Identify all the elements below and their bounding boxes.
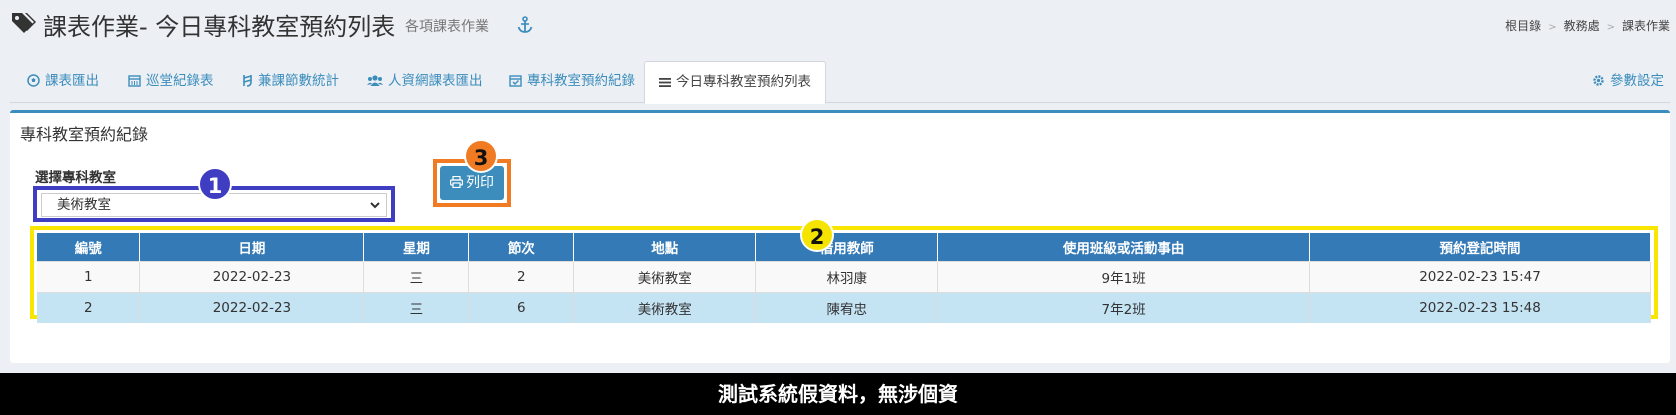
print-button[interactable]: 列印: [440, 166, 504, 200]
print-label: 列印: [466, 175, 494, 191]
table-cell: 林羽康: [755, 260, 939, 292]
tab-schedule-export[interactable]: 課表匯出: [13, 61, 113, 103]
callout-badge-2: 2: [800, 218, 834, 252]
print-icon: [450, 175, 464, 189]
tab-label: 人資網課表匯出: [388, 73, 483, 89]
tab-today-booking-list[interactable]: 今日專科教室預約列表: [644, 61, 826, 104]
tab-bar: 課表匯出 巡堂紀錄表 兼課節數統計 人資網課表匯出 專科教室預約紀錄 今日專科教…: [10, 61, 1670, 104]
table-cell: 2: [37, 291, 141, 323]
column-header: 節次: [468, 233, 575, 261]
table-cell: 美術教室: [573, 260, 757, 292]
breadcrumb-office[interactable]: 教務處: [1564, 19, 1600, 33]
chevron-right-icon: >: [1548, 22, 1557, 33]
booking-table: 編號 日期 星期 節次 地點 借用教師 使用班級或活動事由 預約登記時間 1 2…: [37, 233, 1651, 323]
column-header: 星期: [363, 233, 470, 261]
column-header: 借用教師: [755, 233, 939, 261]
column-header: 預約登記時間: [1309, 233, 1651, 261]
page-title: 課表作業- 今日專科教室預約列表: [43, 13, 396, 41]
page-header: 課表作業- 今日專科教室預約列表 各項課表作業 根目錄 > 教務處 > 課表作業: [0, 0, 1676, 60]
tab-part-time-stats[interactable]: 兼課節數統計: [228, 61, 353, 103]
table-cell: 6: [468, 291, 575, 323]
classroom-select-value: 美術教室: [57, 197, 111, 213]
callout-badge-3: 3: [464, 139, 498, 173]
callout-badge-1: 1: [198, 167, 232, 201]
classroom-select-label: 選擇專科教室: [35, 170, 116, 186]
tab-classroom-booking-record[interactable]: 專科教室預約紀錄: [495, 61, 649, 103]
tab-label: 巡堂紀錄表: [146, 73, 214, 89]
calendar-check-icon: [509, 75, 522, 87]
column-header: 使用班級或活動事由: [937, 233, 1311, 261]
tab-label: 今日專科教室預約列表: [676, 74, 811, 90]
tab-hr-schedule-export[interactable]: 人資網課表匯出: [353, 61, 497, 103]
tab-label: 兼課節數統計: [258, 73, 339, 89]
column-header: 編號: [37, 233, 141, 261]
breadcrumb: 根目錄 > 教務處 > 課表作業: [1505, 17, 1670, 34]
table-cell: 三: [363, 260, 470, 292]
gear-icon: [1593, 75, 1604, 86]
table-cell: 9年1班: [937, 260, 1311, 292]
breadcrumb-current: 課表作業: [1621, 19, 1670, 33]
list-icon: [659, 78, 671, 87]
table-cell: 2022-02-23 15:48: [1309, 291, 1651, 323]
table-cell: 1: [37, 260, 141, 292]
chevron-down-icon: [370, 202, 380, 209]
anchor-icon[interactable]: [517, 16, 533, 34]
panel-title: 專科教室預約紀錄: [20, 125, 149, 144]
users-icon: [367, 75, 383, 86]
table-cell: 陳宥忠: [755, 291, 939, 323]
table-cell: 2: [468, 260, 575, 292]
table-cell: 2022-02-23 15:47: [1309, 260, 1651, 292]
table-cell: 美術教室: [573, 291, 757, 323]
currency-icon: [243, 75, 252, 87]
chevron-right-icon: >: [1606, 22, 1615, 33]
column-header: 日期: [139, 233, 365, 261]
tags-icon: [12, 13, 36, 33]
tab-label: 參數設定: [1610, 73, 1664, 89]
table-header-row: 編號 日期 星期 節次 地點 借用教師 使用班級或活動事由 預約登記時間: [37, 233, 1651, 261]
column-header: 地點: [573, 233, 757, 261]
tab-patrol-record[interactable]: 巡堂紀錄表: [114, 61, 228, 103]
table-cell: 7年2班: [937, 291, 1311, 323]
page-subtitle: 各項課表作業: [405, 19, 489, 35]
booking-panel: 專科教室預約紀錄 選擇專科教室 美術教室 1 列印 3 編號 日期 星期 節次: [10, 110, 1670, 363]
table-cell: 2022-02-23: [139, 260, 365, 292]
tab-label: 專科教室預約紀錄: [527, 73, 635, 89]
tab-label: 課表匯出: [45, 73, 99, 89]
table-cell: 三: [363, 291, 470, 323]
futbol-icon: [27, 74, 40, 87]
table-row: 1 2022-02-23 三 2 美術教室 林羽康 9年1班 2022-02-2…: [37, 260, 1651, 292]
breadcrumb-root[interactable]: 根目錄: [1505, 19, 1541, 33]
tab-settings[interactable]: 參數設定: [1578, 61, 1676, 103]
booking-table-highlight: 編號 日期 星期 節次 地點 借用教師 使用班級或活動事由 預約登記時間 1 2…: [30, 226, 1658, 323]
table-row: 2 2022-02-23 三 6 美術教室 陳宥忠 7年2班 2022-02-2…: [37, 291, 1651, 323]
calendar-icon: [128, 75, 141, 87]
table-cell: 2022-02-23: [139, 291, 365, 323]
footer-banner: 測試系統假資料，無涉個資: [0, 373, 1676, 415]
